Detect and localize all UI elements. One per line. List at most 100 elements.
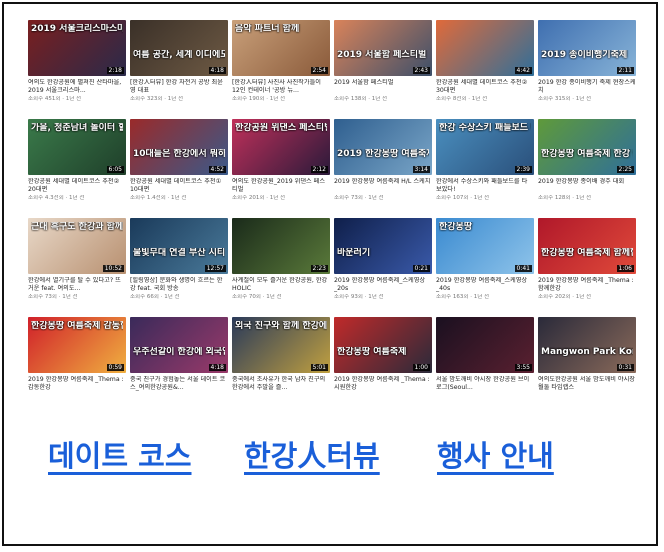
video-thumbnail[interactable]: 바운러기 0:21 [334, 218, 432, 274]
video-thumbnail[interactable]: 가을, 청춘남녀 놀이터 할 만큼 6:05 [28, 119, 126, 175]
video-title[interactable]: [힐링영상] 문화와 생명이 흐르는 한강 feat. 국회 방송 [130, 277, 228, 293]
video-card[interactable]: 바운러기 0:21 2019 한강몽땅 여름축제_스케영상_20s 조회수 93회 ·… [334, 218, 432, 310]
duration-badge: 1:00 [412, 364, 430, 371]
duration-badge: 3:55 [514, 364, 532, 371]
video-thumbnail[interactable]: 외국 친구와 함께 한강에 빠져보자! 5:01 [232, 317, 330, 373]
video-card[interactable]: 여름 공간, 세계 이디에도 없어 4:18 [한강人터뷰] 한강 자전거 공방 최… [130, 20, 228, 112]
video-meta: 조회수 202회 · 1년 전 [538, 294, 592, 300]
duration-badge: 10:52 [102, 265, 124, 272]
video-card[interactable]: 근대 흑구도 한강과 함께하는 10:52 한강에서 열기구를 탈 수 있다고? 뜨… [28, 218, 126, 310]
duration-badge: 4:18 [208, 364, 226, 371]
video-thumbnail[interactable]: 2019 한강몽땅 여름축제 3:14 [334, 119, 432, 175]
video-meta: 조회수 451회 · 1년 전 [28, 96, 82, 102]
link-event-info[interactable]: 행사 안내 [437, 436, 554, 476]
video-card[interactable]: 가을, 청춘남녀 놀이터 할 만큼 6:05 한강공원 세대별 데이트코스 추천② … [28, 119, 126, 211]
video-title[interactable]: 2019 서울함 페스티벌 [334, 79, 432, 87]
duration-badge: 4:42 [514, 67, 532, 74]
video-card[interactable]: 한강공원 위댄스 페스티벌 2:12 여의도 한강공원_2019 위댄스 페스티벌 조… [232, 119, 330, 211]
video-thumbnail[interactable]: Mangwon Park Korean-Wooyon 0:31 [538, 317, 636, 373]
thumbnail-caption: 음악 파트너 함께 [235, 24, 300, 34]
video-card[interactable]: 한강몽땅 여름축제 감동한강 0:59 2019 한강몽땅 여름축제 _Thema … [28, 317, 126, 409]
video-thumbnail[interactable]: 2019 서울크리스마스마켓 2:18 [28, 20, 126, 76]
video-title[interactable]: 여의도 한강공원에 펼쳐진 산타마을, 2019 서울크리스마... [28, 79, 126, 95]
video-title[interactable]: 한강에서 열기구를 탈 수 있다고? 뜨거운 feat. 여의도... [28, 277, 126, 293]
video-title[interactable]: 한강공원 세대별 데이트코스 추천① 10대편 [130, 178, 228, 194]
video-card[interactable]: 한강몽땅 여름축제 한강 종이배 경주 대회 2:25 2019 한강몽땅 종이배 … [538, 119, 636, 211]
video-card[interactable]: 3:55 서울 밤도깨비 야시장 한강공원 브이로그(Seoul... [436, 317, 534, 409]
video-card[interactable]: 4:42 한강공원 세대별 데이트코스 추천② 30대편 조회수 8천회 · 1년 … [436, 20, 534, 112]
thumbnail-caption: 2019 종이비행기축제 [541, 50, 628, 60]
video-thumbnail[interactable]: 2019 서울함 페스티벌 2:43 [334, 20, 432, 76]
link-hangang-interview[interactable]: 한강人터뷰 [244, 436, 380, 476]
duration-badge: 2:39 [514, 166, 532, 173]
video-card[interactable]: 외국 친구와 함께 한강에 빠져보자! 5:01 중국에서 조사유가 한국 남자 친… [232, 317, 330, 409]
video-thumbnail[interactable]: 한강몽땅 여름축제 함께한강 1:06 [538, 218, 636, 274]
video-title[interactable]: 한강에서 수상스키와 패들보드를 타 보았다! [436, 178, 534, 194]
video-title[interactable]: 한강공원 세대별 데이트코스 추천② 30대편 [436, 79, 534, 95]
video-title[interactable]: 2019 한강몽땅 여름축제 _Thema : 시원한강 [334, 376, 432, 392]
duration-badge: 4:52 [208, 166, 226, 173]
video-card[interactable]: Mangwon Park Korean-Wooyon 0:31 여의도한강공원 서울… [538, 317, 636, 409]
video-card[interactable]: 음악 파트너 함께 2:54 [한강人터뷰] 사진사 사진작가들이 12인 컨테이너… [232, 20, 330, 112]
video-meta: 조회수 4.3천회 · 1년 전 [28, 195, 85, 201]
thumbnail-caption: 한강몽땅 여름축제 한강 종이배 경주 대회 [541, 149, 633, 159]
duration-badge: 1:06 [616, 265, 634, 272]
video-thumbnail[interactable]: 한강공원 위댄스 페스티벌 2:12 [232, 119, 330, 175]
video-card[interactable]: 2019 서울함 페스티벌 2:43 2019 서울함 페스티벌 조회수 138회 ·… [334, 20, 432, 112]
video-title[interactable]: 서울 밤도깨비 야시장 한강공원 브이로그(Seoul... [436, 376, 534, 392]
link-date-course[interactable]: 데이트 코스 [48, 436, 192, 476]
video-thumbnail[interactable]: 10대들은 한강에서 뭐하고 놀까? 4:52 [130, 119, 228, 175]
duration-badge: 12:57 [204, 265, 226, 272]
video-thumbnail[interactable]: 한강몽땅 여름축제 감동한강 0:59 [28, 317, 126, 373]
video-thumbnail[interactable]: 4:42 [436, 20, 534, 76]
video-thumbnail[interactable]: 2:23 [232, 218, 330, 274]
video-title[interactable]: 여의도 한강공원_2019 위댄스 페스티벌 [232, 178, 330, 194]
video-title[interactable]: [한강人터뷰] 사진사 사진작가들이 12인 컨테이너 '공방 뉴... [232, 79, 330, 95]
video-title[interactable]: 2019 한강몽땅 여름축제 _Thema : 함께한강 [538, 277, 636, 293]
video-meta: 조회수 73회 · 1년 전 [28, 294, 78, 300]
video-title[interactable]: 2019 한강몽땅 여름축제 H/L 스케치 [334, 178, 432, 186]
video-meta: 조회수 70회 · 1년 전 [232, 294, 282, 300]
video-thumbnail[interactable]: 한강몽땅 여름축제 1:00 [334, 317, 432, 373]
video-card[interactable]: 물빛무대 연결 부산 시티 투어 12:57 [힐링영상] 문화와 생명이 흐르는 … [130, 218, 228, 310]
video-thumbnail[interactable]: 한강몽땅 0:41 [436, 218, 534, 274]
video-thumbnail[interactable]: 음악 파트너 함께 2:54 [232, 20, 330, 76]
video-card[interactable]: 2019 서울크리스마스마켓 2:18 여의도 한강공원에 펼쳐진 산타마을, 20… [28, 20, 126, 112]
video-title[interactable]: 한강공원 세대별 데이트코스 추천② 20대편 [28, 178, 126, 194]
video-title[interactable]: 사계절이 모두 즐거운 한강공원, 한강 HOLIC [232, 277, 330, 293]
video-title[interactable]: 2019 한강 종이비행기 축제 현장스케치 [538, 79, 636, 95]
video-card[interactable]: 2019 한강몽땅 여름축제 3:14 2019 한강몽땅 여름축제 H/L 스케치… [334, 119, 432, 211]
video-title[interactable]: [한강人터뷰] 한강 자전거 공방 최윤영 대표 [130, 79, 228, 95]
video-title[interactable]: 2019 한강몽땅 여름축제 _Thema : 감동한강 [28, 376, 126, 392]
video-card[interactable]: 한강몽땅 0:41 2019 한강몽땅 여름축제_스케영상_40s 조회수 163회 … [436, 218, 534, 310]
video-thumbnail[interactable]: 한강 수상스키 패들보드 타봤어요 2:39 [436, 119, 534, 175]
video-thumbnail[interactable]: 3:55 [436, 317, 534, 373]
video-card[interactable]: 우주선같이 한강에 외국인 친구와 4:18 중국 친구가 경험놓는 서울 데이트 … [130, 317, 228, 409]
video-title[interactable]: 2019 한강몽땅 여름축제_스케영상_40s [436, 277, 534, 293]
duration-badge: 2:25 [616, 166, 634, 173]
video-card[interactable]: 한강 수상스키 패들보드 타봤어요 2:39 한강에서 수상스키와 패들보드를 타 … [436, 119, 534, 211]
video-card[interactable]: 한강몽땅 여름축제 1:00 2019 한강몽땅 여름축제 _Thema : 시원한… [334, 317, 432, 409]
video-thumbnail[interactable]: 한강몽땅 여름축제 한강 종이배 경주 대회 2:25 [538, 119, 636, 175]
video-thumbnail[interactable]: 2019 종이비행기축제 2:11 [538, 20, 636, 76]
video-meta: 조회수 201회 · 1년 전 [232, 195, 286, 201]
thumbnail-caption: 물빛무대 연결 부산 시티 투어 [133, 248, 225, 258]
video-card[interactable]: 2:23 사계절이 모두 즐거운 한강공원, 한강 HOLIC 조회수 70회 · … [232, 218, 330, 310]
video-card[interactable]: 2019 종이비행기축제 2:11 2019 한강 종이비행기 축제 현장스케치 조회… [538, 20, 636, 112]
video-title[interactable]: 2019 한강몽땅 종이배 경주 대회 [538, 178, 636, 186]
video-title[interactable]: 중국 친구가 경험놓는 서울 데이트 코스_여의한강공원&... [130, 376, 228, 392]
duration-badge: 2:12 [310, 166, 328, 173]
video-card[interactable]: 한강몽땅 여름축제 함께한강 1:06 2019 한강몽땅 여름축제 _Thema … [538, 218, 636, 310]
video-thumbnail[interactable]: 근대 흑구도 한강과 함께하는 10:52 [28, 218, 126, 274]
video-title[interactable]: 2019 한강몽땅 여름축제_스케영상_20s [334, 277, 432, 293]
video-thumbnail[interactable]: 여름 공간, 세계 이디에도 없어 4:18 [130, 20, 228, 76]
thumbnail-caption: 외국 친구와 함께 한강에 빠져보자! [235, 321, 327, 331]
video-title[interactable]: 중국에서 조사유가 한국 남자 친구의 한강에서 주말을 즐... [232, 376, 330, 392]
duration-badge: 2:18 [106, 67, 124, 74]
video-meta: 조회수 107회 · 1년 전 [436, 195, 490, 201]
video-thumbnail[interactable]: 물빛무대 연결 부산 시티 투어 12:57 [130, 218, 228, 274]
video-meta: 조회수 128회 · 1년 전 [538, 195, 592, 201]
video-card[interactable]: 10대들은 한강에서 뭐하고 놀까? 4:52 한강공원 세대별 데이트코스 추천①… [130, 119, 228, 211]
video-title[interactable]: 여의도한강공원 서울 밤도깨비 야시장 월둘 타임랩스 [538, 376, 636, 392]
video-thumbnail[interactable]: 우주선같이 한강에 외국인 친구와 4:18 [130, 317, 228, 373]
